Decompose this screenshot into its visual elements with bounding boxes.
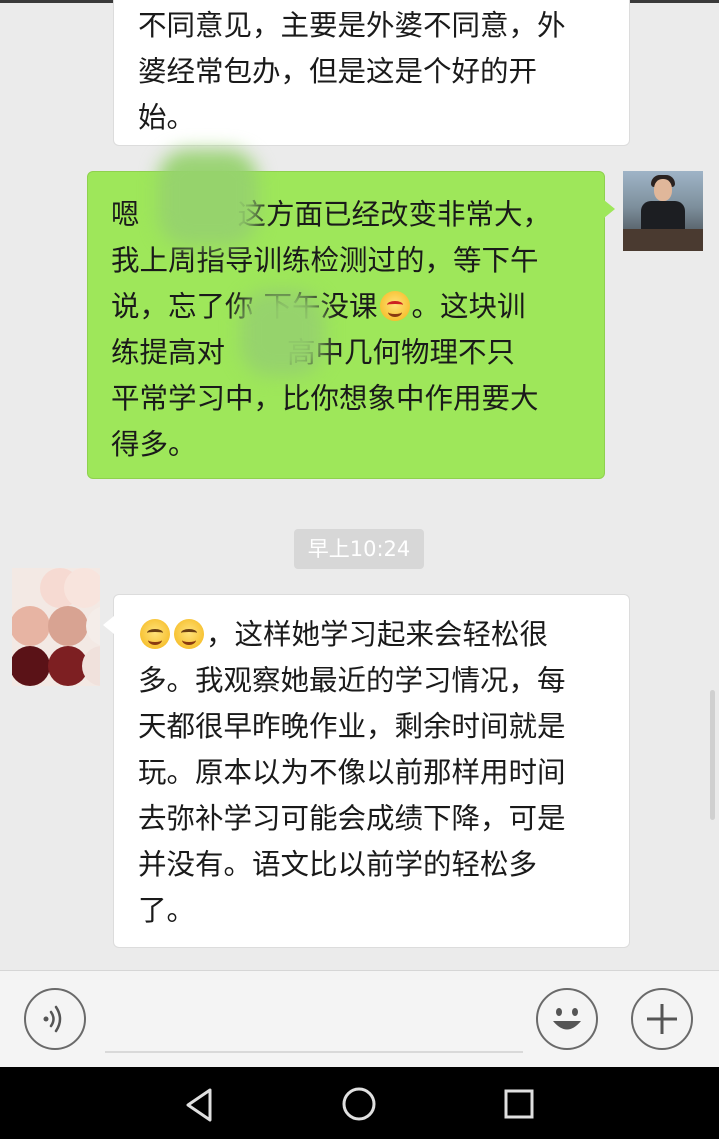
avatar-face [654, 179, 672, 201]
timestamp: 早上10:24 [294, 529, 424, 569]
smile-emoji [174, 619, 204, 649]
recents-square-icon[interactable] [499, 1084, 539, 1124]
message-line: ，这样她学习起来会轻松很 [138, 612, 609, 658]
emoji-button[interactable] [536, 988, 598, 1050]
message-line: 并没有。语文比以前学的轻松多 [138, 848, 538, 881]
message-line: 平常学习中，比你想象中作用要大 [111, 382, 539, 415]
more-button[interactable] [631, 988, 693, 1050]
voice-button[interactable] [24, 988, 86, 1050]
emoji-icon [553, 1008, 581, 1030]
redaction-blur [240, 290, 324, 376]
avatar-pixel [12, 646, 50, 686]
message-text: 说，忘了你 [111, 290, 254, 323]
avatar-pixel [64, 568, 100, 608]
scrollbar[interactable] [710, 690, 715, 820]
avatar-contact[interactable] [12, 568, 100, 686]
message-line: 不同意见，主要是外婆不同意，外 [138, 9, 566, 42]
home-circle-icon[interactable] [339, 1084, 379, 1124]
chat-area[interactable]: 不同意见，主要是外婆不同意，外 婆经常包办，但是这是个好的开 始。 嗯 这方面已经… [0, 0, 719, 970]
message-line: 多。我观察她最近的学习情况，每 [138, 664, 566, 697]
message-text: 练提高对 [111, 336, 226, 369]
redaction-blur [158, 150, 258, 246]
message-line: 练提高对 高中几何物理不只 [111, 330, 586, 376]
plus-icon [647, 1004, 677, 1034]
message-text: ，这样她学习起来会轻松很 [206, 618, 549, 651]
message-line: 婆经常包办，但是这是个好的开 [138, 55, 538, 88]
avatar-sender[interactable] [623, 171, 703, 251]
avatar-pixel [48, 606, 88, 646]
avatar-desk [623, 229, 703, 251]
heart-eyes-emoji [379, 291, 410, 321]
input-bar [0, 970, 719, 1068]
bubble-tail [604, 200, 615, 218]
voice-icon [43, 1005, 62, 1033]
avatar-pixel [86, 606, 100, 646]
avatar-pixel [12, 606, 50, 646]
message-line: 玩。原本以为不像以前那样用时间 [138, 756, 566, 789]
back-triangle-icon[interactable] [180, 1085, 220, 1125]
avatar-pixel [82, 646, 100, 686]
message-text: 这方面已经改变非常大， [237, 198, 552, 231]
message-line: 天都很早昨晚作业，剩余时间就是 [138, 710, 566, 743]
smile-emoji [140, 619, 170, 649]
message-line: 去弥补学习可能会成绩下降，可是 [138, 802, 566, 835]
message-line: 得多。 [111, 428, 197, 461]
message-line: 说，忘了你下午没课。这块训 [111, 284, 586, 330]
text-input-underline[interactable] [105, 1051, 523, 1053]
bubble-tail [103, 616, 114, 634]
message-bubble-received[interactable]: ，这样她学习起来会轻松很 多。我观察她最近的学习情况，每 天都很早昨晚作业，剩余… [113, 594, 630, 948]
message-line: 始。 [138, 101, 196, 134]
message-text: 。这块训 [411, 290, 526, 323]
message-line: 了。 [138, 894, 196, 927]
message-text: 嗯 [111, 198, 140, 231]
system-nav-bar [0, 1067, 719, 1139]
message-bubble-received[interactable]: 不同意见，主要是外婆不同意，外 婆经常包办，但是这是个好的开 始。 [113, 0, 630, 146]
avatar-body [641, 201, 685, 231]
